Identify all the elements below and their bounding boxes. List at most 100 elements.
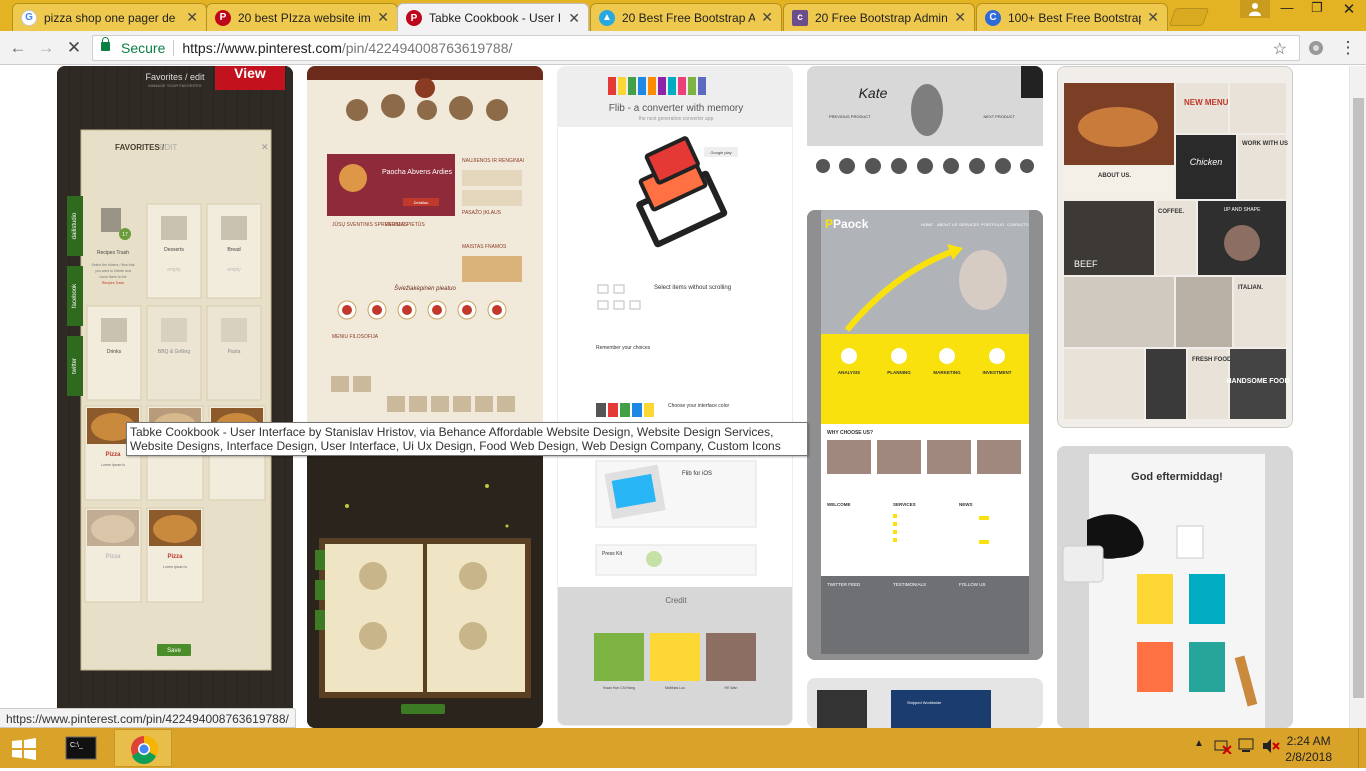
cookbook-image: View Favorites / edit MANAGE YOUR FAVORI… <box>57 66 293 728</box>
svg-text:PREVIOUS PRODUCT: PREVIOUS PRODUCT <box>829 114 871 119</box>
svg-text:Šviežiakėpinėn pieatuo: Šviežiakėpinėn pieatuo <box>394 285 456 292</box>
scrollbar-thumb[interactable] <box>1353 98 1364 698</box>
svg-text:EDIT: EDIT <box>159 143 177 152</box>
close-window-icon[interactable]: ✕ <box>1334 0 1364 20</box>
tab-bootstrap-admin[interactable]: c 20 Free Bootstrap Admin ✕ <box>783 3 975 31</box>
minimize-icon[interactable]: — <box>1272 0 1302 20</box>
svg-text:WHY CHOOSE US?: WHY CHOOSE US? <box>827 430 873 436</box>
show-desktop-button[interactable] <box>1358 728 1366 768</box>
svg-text:HK Wan: HK Wan <box>725 686 738 690</box>
svg-text:Recipes Trash: Recipes Trash <box>97 250 129 256</box>
svg-text:Detaliau: Detaliau <box>414 200 429 205</box>
svg-text:Credit: Credit <box>665 596 687 605</box>
close-icon[interactable]: ✕ <box>954 9 966 26</box>
close-icon[interactable]: ✕ <box>1147 9 1159 26</box>
svg-text:NEXT PRODUCT: NEXT PRODUCT <box>984 114 1016 119</box>
pin-food-collage[interactable]: NEW MENU Chicken WORK WITH US ABOUT US. … <box>1057 66 1293 428</box>
svg-text:Choose your interface color: Choose your interface color <box>668 403 729 409</box>
svg-text:BBQ & Grilling: BBQ & Grilling <box>158 349 190 355</box>
svg-text:Pizza: Pizza <box>167 554 183 560</box>
svg-text:NEW MENU: NEW MENU <box>1184 98 1229 107</box>
divider <box>173 40 175 56</box>
svg-text:Matthias Luu: Matthias Luu <box>665 686 685 690</box>
svg-text:Remember your choices: Remember your choices <box>596 345 651 351</box>
svg-text:Pasta: Pasta <box>228 349 241 355</box>
svg-text:Pizza: Pizza <box>105 452 121 458</box>
flib-image: Flib - a converter with memory the next … <box>558 67 792 725</box>
chrome-app-icon[interactable] <box>114 729 172 767</box>
pin-lithuanian-site[interactable]: Paocha Abvens Ardies Detaliau NAUJIENOS … <box>307 66 543 428</box>
pin-paock[interactable]: PPaock HOME ABOUT US SERVICES PORTFOLIO CONT… <box>807 210 1043 660</box>
pin-recipe-book[interactable] <box>307 446 543 728</box>
svg-text:Drinks: Drinks <box>107 349 122 355</box>
profile-icon[interactable] <box>1240 0 1270 18</box>
svg-text:C:\_: C:\_ <box>70 742 83 749</box>
extension-icon[interactable] <box>1308 40 1324 56</box>
svg-text:God eftermiddag!: God eftermiddag! <box>1131 471 1223 483</box>
menu-icon[interactable]: ⋮ <box>1338 38 1358 58</box>
svg-text:Press Kit: Press Kit <box>602 551 623 557</box>
close-icon[interactable]: ✕ <box>186 9 198 26</box>
pinterest-icon: P <box>215 9 231 26</box>
pin-god-eftermiddag[interactable]: God eftermiddag! <box>1057 446 1293 728</box>
svg-text:NEWS: NEWS <box>959 502 973 507</box>
maximize-icon[interactable]: ❐ <box>1302 0 1332 20</box>
svg-text:Lorem Ipsum is: Lorem Ipsum is <box>163 565 187 569</box>
address-bar[interactable]: Secure https://www.pinterest.com/pin/422… <box>92 35 1300 61</box>
bird-icon: ▲ <box>599 9 615 26</box>
new-tab-button[interactable] <box>1168 8 1210 26</box>
windows-taskbar: C:\_ ▲ 2:24 AM 2/8/2018 <box>0 728 1366 768</box>
tab-bootstrap-a[interactable]: ▲ 20 Best Free Bootstrap A ✕ <box>590 3 782 31</box>
volume-muted-icon[interactable] <box>1262 738 1280 757</box>
svg-text:Flib for iOS: Flib for iOS <box>682 471 712 477</box>
svg-text:MAISTAS FNAMOS: MAISTAS FNAMOS <box>462 244 507 250</box>
svg-text:Flib - a converter with memory: Flib - a converter with memory <box>609 103 743 114</box>
back-icon[interactable]: ← <box>8 38 28 58</box>
svg-text:Desserts: Desserts <box>164 247 184 253</box>
svg-text:Select the folders / files tha: Select the folders / files that <box>92 263 135 267</box>
svg-text:HANDSOME FOOD: HANDSOME FOOD <box>1227 378 1290 385</box>
svg-text:Recipes Trash: Recipes Trash <box>102 281 124 285</box>
pin-kate[interactable]: Kate PREVIOUS PRODUCT NEXT PRODUCT <box>807 66 1043 192</box>
tab-pizza-website[interactable]: P 20 best PIzza website im ✕ <box>206 3 398 31</box>
windows-start-icon[interactable] <box>10 738 38 760</box>
pizza-site-image: Paocha Abvens Ardies Detaliau NAUJIENOS … <box>307 66 543 428</box>
stop-icon[interactable]: ✕ <box>64 38 84 58</box>
network-icon[interactable] <box>1214 738 1232 757</box>
pin-flib-converter[interactable]: Flib - a converter with memory the next … <box>557 66 793 726</box>
action-center-icon[interactable] <box>1238 738 1256 757</box>
svg-text:MANAGE YOUR FAVORITES: MANAGE YOUR FAVORITES <box>148 83 202 88</box>
svg-text:✕: ✕ <box>261 142 269 152</box>
svg-text:SERVICES: SERVICES <box>893 502 916 507</box>
system-clock[interactable]: 2:24 AM 2/8/2018 <box>1285 733 1332 765</box>
svg-text:WORK WITH US: WORK WITH US <box>1242 141 1288 147</box>
terminal-app-icon[interactable]: C:\_ <box>52 729 110 767</box>
pin-shipped[interactable]: Shipped Worldwide <box>807 678 1043 728</box>
shipped-image: Shipped Worldwide <box>817 690 991 728</box>
svg-text:empty: empty <box>227 267 241 273</box>
svg-text:VERSLO PIETŪS: VERSLO PIETŪS <box>385 221 425 228</box>
svg-text:SERVICES: SERVICES <box>959 222 979 227</box>
tray-chevron-icon[interactable]: ▲ <box>1194 738 1204 749</box>
close-icon[interactable]: ✕ <box>761 9 773 26</box>
svg-text:ITALIAN.: ITALIAN. <box>1238 285 1263 291</box>
svg-text:FOLLOW US: FOLLOW US <box>959 582 986 587</box>
bookmark-star-icon[interactable]: ☆ <box>1273 39 1287 59</box>
svg-text:PPaock: PPaock <box>825 217 869 231</box>
close-icon[interactable]: ✕ <box>568 10 580 27</box>
lock-icon <box>101 37 110 51</box>
tab-tabke-cookbook[interactable]: P Tabke Cookbook - User I ✕ <box>397 3 589 32</box>
svg-text:NAUJIENOS IR RENGINIAI: NAUJIENOS IR RENGINIAI <box>462 158 524 164</box>
colorlib-icon: c <box>792 9 808 26</box>
page-scrollbar[interactable] <box>1349 66 1366 728</box>
food-collage-image: NEW MENU Chicken WORK WITH US ABOUT US. … <box>1058 67 1292 427</box>
pin-tabke-cookbook[interactable]: View Favorites / edit MANAGE YOUR FAVORI… <box>57 66 293 728</box>
tab-pizza-shop[interactable]: G pizza shop one pager de ✕ <box>12 3 207 31</box>
forward-icon[interactable]: → <box>36 38 56 58</box>
close-icon[interactable]: ✕ <box>377 9 389 26</box>
tab-best-bootstrap[interactable]: C 100+ Best Free Bootstrap ✕ <box>976 3 1168 31</box>
svg-text:Kwan Hon Chi Hang: Kwan Hon Chi Hang <box>603 686 635 690</box>
svg-text:COFFEE.: COFFEE. <box>1158 209 1184 215</box>
google-icon: G <box>21 9 37 26</box>
svg-text:BEEF: BEEF <box>1074 259 1098 269</box>
